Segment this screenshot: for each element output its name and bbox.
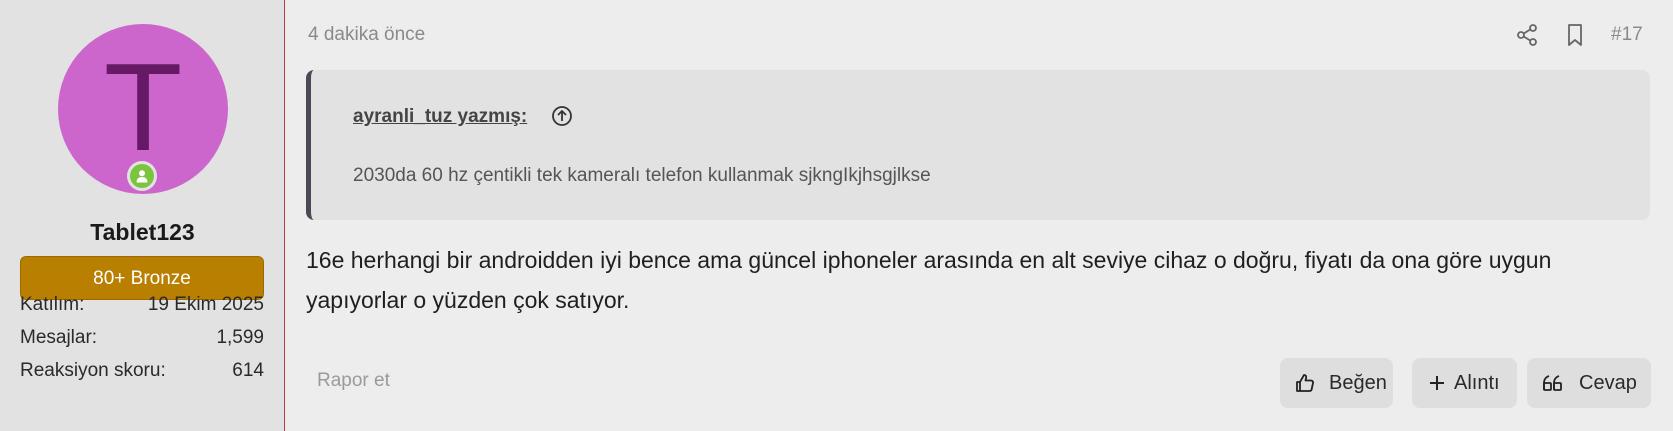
user-online-icon [127,161,157,191]
stat-label: Katılım: [20,294,85,315]
reply-button[interactable]: Cevap [1527,358,1651,408]
stat-label: Reaksiyon skoru: [20,360,166,381]
post-number[interactable]: #17 [1611,24,1643,46]
stat-joined: Katılım: 19 Ekim 2025 [20,294,264,318]
post-timestamp[interactable]: 4 dakika önce [308,24,425,46]
quote-text: 2030da 60 hz çentikli tek kameralı telef… [353,165,931,186]
stat-label: Mesajlar: [20,327,98,348]
plus-icon [1430,376,1444,390]
user-sidebar: T Tablet123 80+ Bronze Katılım: 19 Ekim … [0,0,285,431]
report-link[interactable]: Rapor et [317,370,390,392]
quote-label: Alıntı [1454,372,1500,394]
stat-value: 614 [232,360,264,381]
stat-value: 1,599 [216,327,264,348]
message-body: 16e herhangi bir androidden iyi bence am… [306,247,1552,313]
bookmark-icon[interactable] [1562,22,1588,48]
quote-button[interactable]: Alıntı [1412,358,1517,408]
arrow-up-circle-icon[interactable] [551,105,573,127]
quote-author-link[interactable]: ayranli_tuz yazmış: [353,106,527,128]
stat-reaction-score: Reaksiyon skoru: 614 [20,360,264,384]
quote-block: ayranli_tuz yazmış: 2030da 60 hz çentikl… [306,70,1650,220]
username[interactable]: Tablet123 [0,219,285,246]
reply-label: Cevap [1579,372,1637,394]
message-post: T Tablet123 80+ Bronze Katılım: 19 Ekim … [0,0,1673,431]
like-button[interactable]: Beğen [1280,358,1393,408]
stat-value: 19 Ekim 2025 [147,294,264,315]
quote-marks-icon [1543,375,1562,391]
share-icon[interactable] [1514,22,1540,48]
like-label: Beğen [1329,372,1387,394]
stat-messages: Mesajlar: 1,599 [20,327,264,351]
thumbs-up-icon [1296,374,1314,392]
